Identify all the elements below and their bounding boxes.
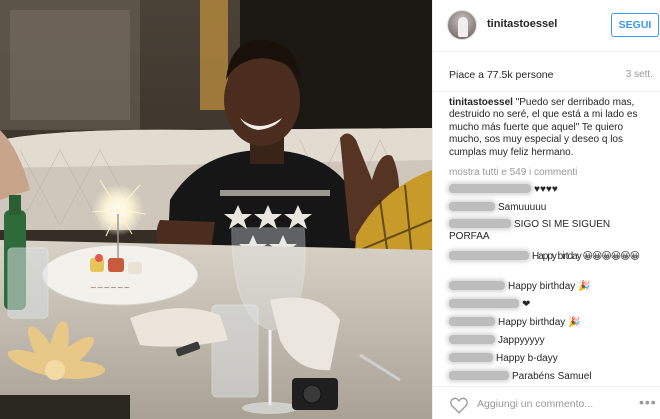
comment-username-redacted[interactable] xyxy=(449,317,495,326)
likes-row: Piace a 77.5k persone 3 sett. xyxy=(433,52,660,92)
comment-username-redacted[interactable] xyxy=(449,335,495,344)
comment-username-redacted[interactable] xyxy=(449,251,529,260)
post-side-panel: tinitastoessel SEGUI Piace a 77.5k perso… xyxy=(432,0,660,419)
likes-count[interactable]: Piace a 77.5k persone xyxy=(449,69,554,81)
comment-username-redacted[interactable] xyxy=(449,353,493,362)
comment-text: Parabéns Samuel xyxy=(512,371,592,382)
comment-text: Samuuuuu xyxy=(498,202,547,213)
username-link[interactable]: tinitastoessel xyxy=(487,18,557,30)
post-photo[interactable]: ~~~~~~ xyxy=(0,0,432,419)
comment-item: Parabéns Samuel xyxy=(449,371,659,383)
comment-item: Happy birthday 🎉 xyxy=(449,317,659,329)
comment-item: Happy birtday 😀😀😀😀😀😀 xyxy=(449,251,659,263)
comment-username-redacted[interactable] xyxy=(449,281,505,290)
comment-username-redacted[interactable] xyxy=(449,371,509,380)
comment-item: SIGO SI ME SIGUEN PORFAA xyxy=(449,219,614,243)
avatar[interactable] xyxy=(447,10,477,40)
heart-outline-icon[interactable] xyxy=(449,396,469,414)
view-all-comments-link[interactable]: mostra tutti e 549 i commenti xyxy=(449,167,577,178)
comment-text: Happy b-dayy xyxy=(496,353,558,364)
post-header: tinitastoessel SEGUI xyxy=(433,0,660,52)
comment-username-redacted[interactable] xyxy=(449,219,511,228)
add-comment-input[interactable]: Aggiungi un commento... xyxy=(477,398,593,410)
comment-text: Happy birthday 🎉 xyxy=(498,317,581,328)
comment-item: Samuuuuu xyxy=(449,202,659,214)
comment-username-redacted[interactable] xyxy=(449,299,519,308)
comment-item: Jappyyyyy xyxy=(449,335,659,347)
follow-button[interactable]: SEGUI xyxy=(611,13,659,37)
comment-text: Happy birtday 😀😀😀😀😀😀 xyxy=(532,251,640,262)
post-timestamp[interactable]: 3 sett. xyxy=(626,69,653,80)
post-caption: tinitastoessel "Puedo ser derribado mas,… xyxy=(449,97,654,159)
comment-footer: Aggiungi un commento... ••• xyxy=(433,386,660,419)
comment-item: ♥♥♥♥ xyxy=(449,184,659,196)
comment-username-redacted[interactable] xyxy=(449,202,495,211)
photo-illustration: ~~~~~~ xyxy=(0,0,432,419)
comment-text: ♥♥♥♥ xyxy=(534,184,558,195)
comment-item: Happy birthday 🎉 xyxy=(449,281,659,293)
svg-text:~~~~~~: ~~~~~~ xyxy=(90,283,130,292)
comment-item: ❤ xyxy=(449,299,659,311)
caption-username[interactable]: tinitastoessel xyxy=(449,97,513,108)
comment-text: Jappyyyyy xyxy=(498,335,545,346)
comments-list[interactable]: tinitastoessel "Puedo ser derribado mas,… xyxy=(433,92,660,386)
more-options-icon[interactable]: ••• xyxy=(639,394,657,410)
comment-text: ❤ xyxy=(522,299,531,310)
comment-username-redacted[interactable] xyxy=(449,184,531,193)
comment-item: Happy b-dayy xyxy=(449,353,659,365)
comment-text: Happy birthday 🎉 xyxy=(508,281,591,292)
